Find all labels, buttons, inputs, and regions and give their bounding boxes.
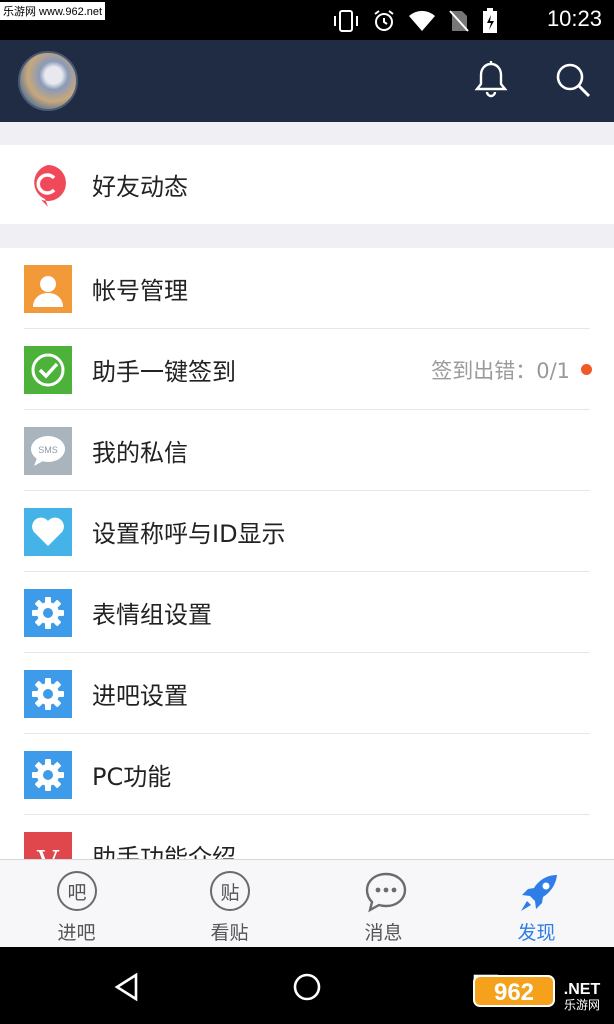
menu-item-label: 设置称呼与ID显示 xyxy=(92,520,286,548)
friend-feed-item[interactable]: 好友动态 xyxy=(0,145,614,224)
menu-item-pc-functions[interactable]: PC功能 xyxy=(0,734,614,815)
menu-item-account[interactable]: 帐号管理 xyxy=(0,248,614,329)
battery-icon xyxy=(483,8,497,33)
v-icon: V xyxy=(24,831,72,861)
tab-label: 看贴 xyxy=(210,922,249,944)
vibrate-icon xyxy=(334,10,358,32)
menu-item-messages[interactable]: SMS 我的私信 xyxy=(0,410,614,491)
status-icons xyxy=(332,8,498,34)
tab-discover[interactable]: 发现 xyxy=(460,860,613,948)
clock: 10:23 xyxy=(546,6,602,31)
message-bubble-icon xyxy=(364,871,407,913)
post-icon: 贴 xyxy=(210,871,250,911)
alert-dot xyxy=(581,364,592,375)
gear-icon xyxy=(24,588,72,637)
gear-icon xyxy=(24,669,72,718)
account-icon xyxy=(24,264,72,313)
tab-jinba[interactable]: 吧 进吧 xyxy=(0,860,153,948)
svg-text:.NET: .NET xyxy=(564,981,601,998)
svg-text:乐游网: 乐游网 xyxy=(564,998,600,1012)
sms-icon: SMS xyxy=(24,426,72,475)
rocket-icon xyxy=(517,871,557,911)
menu-item-label: 助手功能介绍 xyxy=(92,844,236,860)
no-sim-icon xyxy=(449,10,469,32)
tab-label: 进吧 xyxy=(57,922,96,944)
svg-text:962: 962 xyxy=(494,979,534,1006)
menu-item-label: PC功能 xyxy=(92,763,172,791)
svg-text:SMS: SMS xyxy=(38,445,58,455)
menu-item-nickname-id[interactable]: 设置称呼与ID显示 xyxy=(0,491,614,572)
heart-icon xyxy=(24,507,72,556)
watermark-text: 乐游网 www.962.net xyxy=(0,2,106,20)
menu-item-label: 进吧设置 xyxy=(92,682,188,710)
menu-item-emoji-settings[interactable]: 表情组设置 xyxy=(0,572,614,653)
v-icon-letter: V xyxy=(37,845,59,861)
alarm-icon xyxy=(374,10,394,31)
tab-posts[interactable]: 贴 看贴 xyxy=(153,860,306,948)
menu-item-bar-settings[interactable]: 进吧设置 xyxy=(0,653,614,734)
avatar[interactable] xyxy=(18,51,78,111)
menu-item-label: 我的私信 xyxy=(92,439,188,467)
bottom-tab-bar: 吧 进吧 贴 看贴 消息 发现 xyxy=(0,859,614,947)
menu-item-checkin[interactable]: 助手一键签到 签到出错：0/1 xyxy=(0,329,614,410)
wifi-icon xyxy=(409,10,435,31)
home-icon[interactable] xyxy=(287,967,327,1007)
search-icon[interactable] xyxy=(553,60,593,100)
friend-feed-label: 好友动态 xyxy=(92,173,188,201)
tab-label: 消息 xyxy=(364,922,403,944)
friend-feed-icon xyxy=(24,161,72,209)
menu-list: 帐号管理 助手一键签到 签到出错：0/1 SMS 我的私信 设置称呼与ID显示 … xyxy=(0,248,614,860)
checkin-status: 签到出错：0/1 xyxy=(431,358,570,383)
friend-feed-section: 好友动态 xyxy=(0,145,614,224)
menu-item-label: 助手一键签到 xyxy=(92,358,236,386)
menu-item-label: 表情组设置 xyxy=(92,601,212,629)
bar-icon: 吧 xyxy=(57,871,97,911)
status-bar: 乐游网 www.962.net 10:23 xyxy=(0,0,614,40)
tab-label: 发现 xyxy=(517,922,556,944)
menu-item-feature-intro[interactable]: V 助手功能介绍 xyxy=(0,815,614,860)
app-header xyxy=(0,40,614,122)
gear-icon xyxy=(24,750,72,799)
tab-messages[interactable]: 消息 xyxy=(307,860,460,948)
menu-item-label: 帐号管理 xyxy=(92,277,188,305)
watermark-logo: 962 .NET 乐游网 xyxy=(470,972,610,1012)
back-icon[interactable] xyxy=(107,967,147,1007)
bell-icon[interactable] xyxy=(471,60,511,100)
checkin-icon xyxy=(24,345,72,394)
